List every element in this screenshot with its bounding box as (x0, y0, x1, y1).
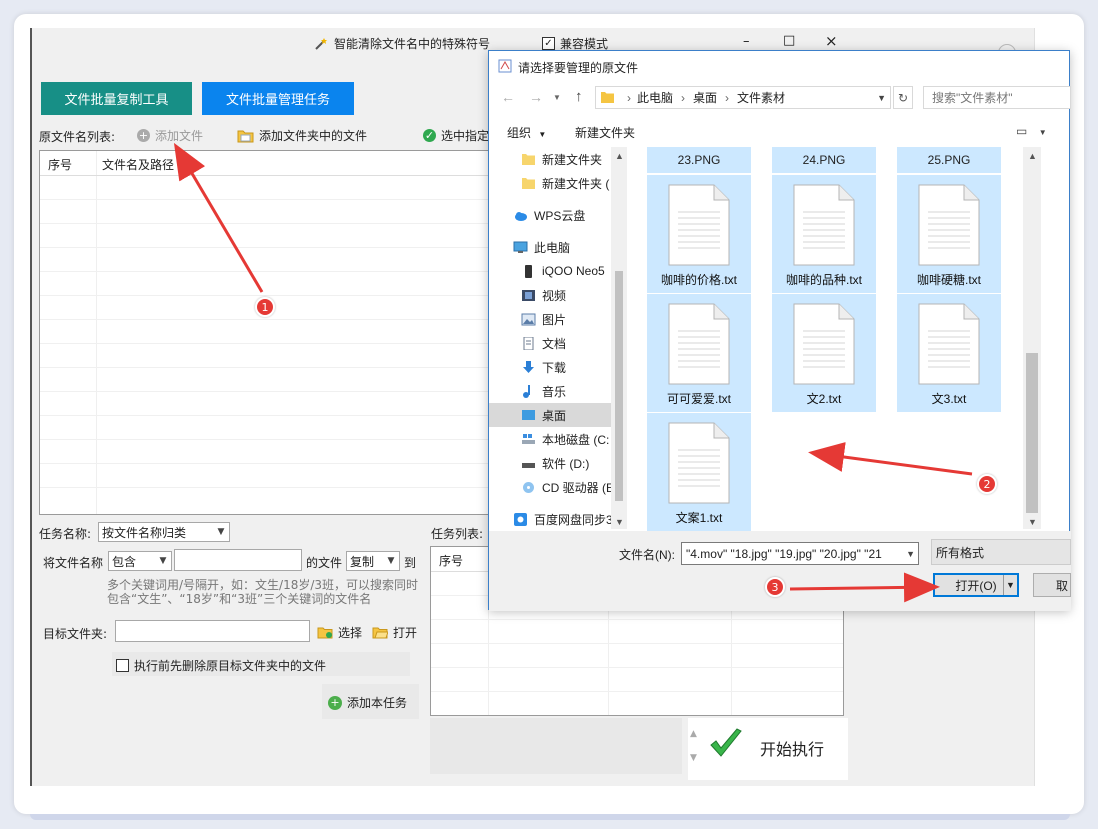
arrow-step-2 (808, 442, 973, 476)
arrow-step-3 (789, 572, 940, 603)
step-badge-1: 1 (255, 297, 275, 317)
arrow-step-1 (173, 142, 264, 293)
annotation-layer (173, 142, 973, 603)
step-badge-2: 2 (977, 474, 997, 494)
step-badge-3: 3 (765, 577, 785, 597)
